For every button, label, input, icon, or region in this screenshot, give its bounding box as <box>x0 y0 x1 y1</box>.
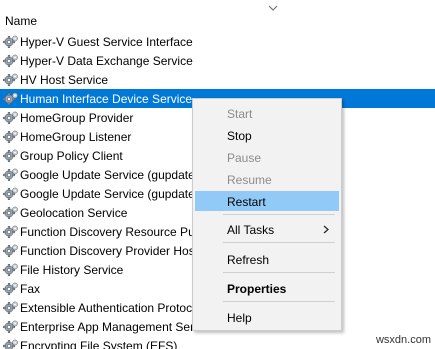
gear-icon <box>3 186 19 202</box>
service-name: Function Discovery Resource Pul <box>20 225 198 239</box>
service-name: Human Interface Device Service <box>20 92 193 106</box>
service-name: File History Service <box>20 263 124 277</box>
menu-item-refresh-label: Refresh <box>227 253 270 267</box>
menu-separator <box>223 214 335 215</box>
gear-icon <box>3 72 19 88</box>
service-name: HV Host Service <box>20 73 109 87</box>
gear-icon-svg <box>3 339 18 349</box>
gear-icon <box>3 243 19 259</box>
gear-icon-svg <box>3 320 18 333</box>
service-name: Enterprise App Management Ser <box>20 320 195 334</box>
gear-icon-svg <box>3 282 18 295</box>
gear-icon-svg <box>3 35 18 48</box>
gear-icon <box>3 319 19 335</box>
service-name: Group Policy Client <box>20 149 123 163</box>
gear-icon <box>3 205 19 221</box>
service-name: Hyper-V Data Exchange Service <box>20 54 193 68</box>
service-name: HomeGroup Provider <box>20 111 134 125</box>
gear-icon <box>3 281 19 297</box>
services-window: Name Hyper-V Guest Service Interface Hype… <box>0 0 435 349</box>
menu-item-help-label: Help <box>227 311 252 325</box>
menu-item-stop-label: Stop <box>227 129 252 143</box>
gear-icon <box>3 53 19 69</box>
service-row[interactable]: Hyper-V Data Exchange Service <box>0 51 435 70</box>
menu-item-stop[interactable]: Stop <box>195 125 339 145</box>
menu-item-pause-label: Pause <box>227 151 262 165</box>
service-name: Function Discovery Provider Hos <box>20 244 195 258</box>
service-row[interactable]: Hyper-V Guest Service Interface <box>0 32 435 51</box>
service-name: Google Update Service (gupdate <box>20 187 195 201</box>
gear-icon-svg <box>3 244 18 257</box>
gear-icon-svg <box>3 187 18 200</box>
gear-icon <box>3 34 19 50</box>
menu-item-start-label: Start <box>227 107 253 121</box>
gear-icon-svg <box>3 111 18 124</box>
gear-icon <box>3 338 19 349</box>
menu-item-properties[interactable]: Properties <box>195 278 339 298</box>
menu-item-all-tasks[interactable]: All Tasks <box>195 219 339 239</box>
gear-icon-svg <box>3 206 18 219</box>
menu-item-all-tasks-label: All Tasks <box>227 223 275 237</box>
chevron-right-icon <box>323 225 329 234</box>
gear-icon-svg <box>3 149 18 162</box>
menu-item-resume-label: Resume <box>227 173 272 187</box>
context-menu: Start Stop Pause Resume Restart All Task… <box>192 98 342 331</box>
menu-separator <box>223 301 335 302</box>
menu-item-restart-label: Restart <box>227 195 266 209</box>
gear-icon <box>3 91 19 107</box>
chevron-down-icon[interactable] <box>268 4 278 12</box>
gear-icon-svg <box>3 54 18 67</box>
gear-icon-svg <box>3 263 18 276</box>
column-header-name[interactable]: Name <box>5 14 37 28</box>
menu-item-restart[interactable]: Restart <box>195 191 339 211</box>
menu-separator <box>223 242 335 243</box>
service-name: Fax <box>20 282 41 296</box>
service-name: Google Update Service (gupdate <box>20 168 195 182</box>
service-name: HomeGroup Listener <box>20 130 132 144</box>
list-header: Name <box>0 0 435 32</box>
service-name: Geolocation Service <box>20 206 128 220</box>
service-name: Extensible Authentication Protoc <box>20 301 193 315</box>
menu-separator <box>223 272 335 273</box>
gear-icon <box>3 300 19 316</box>
service-name: Hyper-V Guest Service Interface <box>20 35 193 49</box>
menu-item-help[interactable]: Help <box>195 307 339 327</box>
gear-icon <box>3 110 19 126</box>
gear-icon <box>3 148 19 164</box>
gear-icon-svg <box>3 130 18 143</box>
menu-item-properties-label: Properties <box>227 282 287 296</box>
gear-icon-svg <box>3 301 18 314</box>
menu-item-resume[interactable]: Resume <box>195 169 339 189</box>
gear-icon-svg <box>3 225 18 238</box>
menu-item-pause[interactable]: Pause <box>195 147 339 167</box>
gear-icon <box>3 262 19 278</box>
service-row[interactable]: HV Host Service <box>0 70 435 89</box>
gear-icon-svg <box>3 92 18 105</box>
menu-item-refresh[interactable]: Refresh <box>195 249 339 269</box>
gear-icon <box>3 129 19 145</box>
watermark: wsxdn.com <box>375 334 431 346</box>
gear-icon <box>3 167 19 183</box>
service-row[interactable]: Encrypting File System (EFS) <box>0 336 435 349</box>
gear-icon-svg <box>3 168 18 181</box>
gear-icon <box>3 224 19 240</box>
gear-icon-svg <box>3 73 18 86</box>
service-name: Encrypting File System (EFS) <box>20 339 178 349</box>
menu-item-start[interactable]: Start <box>195 103 339 123</box>
